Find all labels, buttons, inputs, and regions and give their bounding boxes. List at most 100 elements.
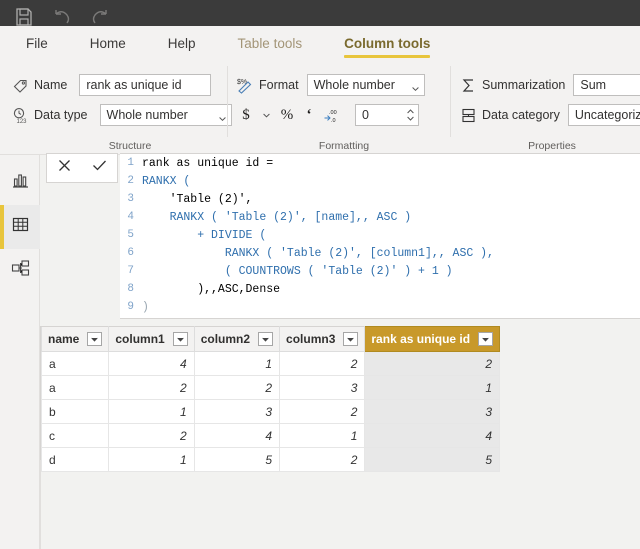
line-text: RANKX ( 'Table (2)', [column1],, ASC ),: [142, 246, 494, 260]
formula-line: 4 RANKX ( 'Table (2)', [name],, ASC ): [120, 208, 640, 226]
filter-dropdown-icon[interactable]: [172, 332, 188, 346]
filter-dropdown-icon[interactable]: [478, 332, 494, 346]
cell-column3: 2: [279, 351, 366, 376]
column-header-column2[interactable]: column2: [193, 326, 281, 352]
redo-icon[interactable]: [90, 6, 110, 26]
chevron-down-icon: [411, 82, 419, 91]
filter-dropdown-icon[interactable]: [258, 332, 274, 346]
tab-home[interactable]: Home: [90, 26, 126, 60]
save-icon[interactable]: [14, 6, 34, 26]
cell-column3: 1: [279, 423, 366, 448]
table-row[interactable]: d 1 5 2 5: [40, 447, 501, 472]
column-header-rank-as-unique-id[interactable]: rank as unique id: [364, 326, 501, 352]
cell-rank: 4: [364, 423, 501, 448]
line-number: 2: [127, 175, 134, 187]
title-bar: [0, 0, 640, 26]
ribbon-group-structure: Name rank as unique id 123 Data type Who…: [0, 60, 232, 155]
tab-home-label: Home: [89, 35, 126, 51]
tab-table-tools-label: Table tools: [237, 35, 303, 51]
line-number: 8: [127, 283, 134, 295]
filter-dropdown-icon[interactable]: [87, 332, 103, 346]
line-number: 7: [127, 265, 134, 277]
percent-button[interactable]: %: [279, 104, 295, 126]
undo-icon[interactable]: [52, 6, 72, 26]
sidebar-item-data[interactable]: [0, 205, 40, 249]
tab-column-tools[interactable]: Column tools: [344, 26, 431, 60]
svg-text:.0: .0: [331, 118, 336, 123]
name-input-value: rank as unique id: [86, 78, 182, 92]
datatype-select[interactable]: Whole number: [99, 104, 232, 126]
filter-dropdown-icon[interactable]: [343, 332, 359, 346]
cell-column2: 3: [193, 399, 281, 424]
column-header-name[interactable]: name: [40, 326, 110, 352]
cell-column1: 1: [108, 399, 195, 424]
datacategory-row: Data category Uncategorized: [460, 104, 640, 126]
decimals-stepper[interactable]: 0: [355, 104, 419, 126]
formula-bar-buttons: [46, 153, 118, 183]
cell-name: c: [40, 423, 110, 448]
checkmark-icon[interactable]: [91, 158, 108, 178]
decimals-value: 0: [362, 108, 369, 122]
name-label: Name: [34, 78, 68, 92]
column-header-column1[interactable]: column1: [108, 326, 195, 352]
table-row[interactable]: b 1 3 2 3: [40, 399, 501, 424]
line-text: 'Table (2)',: [142, 192, 253, 206]
line-number: 4: [127, 211, 134, 223]
cell-name: a: [40, 351, 110, 376]
column-header-label: name: [48, 332, 80, 346]
tab-column-tools-label: Column tools: [344, 35, 431, 51]
cell-column3: 2: [279, 399, 366, 424]
properties-group-label: Properties: [528, 140, 576, 152]
cell-rank: 2: [364, 351, 501, 376]
tab-file-label: File: [26, 35, 48, 51]
tab-file[interactable]: File: [26, 26, 48, 60]
tab-table-tools[interactable]: Table tools: [238, 26, 303, 60]
summarization-label: Summarization: [482, 78, 566, 92]
structure-group-label: Structure: [108, 140, 152, 152]
decrease-decimals-icon[interactable]: .00 .0: [323, 104, 341, 126]
column-header-column3[interactable]: column3: [279, 326, 366, 352]
sigma-icon: [460, 77, 477, 94]
summarization-value: Sum: [580, 78, 607, 92]
cell-column1: 2: [108, 423, 195, 448]
formula-line: 6 RANKX ( 'Table (2)', [column1],, ASC )…: [120, 244, 640, 262]
datacategory-select[interactable]: Uncategorized: [567, 104, 640, 126]
currency-button[interactable]: $: [239, 104, 253, 126]
table-row[interactable]: a 2 2 3 1: [40, 375, 501, 400]
name-input[interactable]: rank as unique id: [79, 74, 212, 96]
column-header-label: column2: [200, 332, 251, 346]
column-header-label: column1: [115, 332, 165, 346]
formula-line: 1 rank as unique id =: [120, 154, 640, 172]
cell-column3: 3: [279, 375, 366, 400]
line-number: 3: [127, 193, 134, 205]
table-header-row: name column1 column2 column3 rank as uni…: [40, 326, 501, 352]
sidebar-item-report[interactable]: [0, 161, 40, 205]
formula-line: 8 ),,ASC,Dense: [120, 280, 640, 298]
cell-column2: 5: [193, 447, 281, 472]
cell-name: d: [40, 447, 110, 472]
ribbon-tab-strip: File Home Help Table tools Column tools: [0, 26, 640, 60]
sidebar-item-model[interactable]: [0, 249, 40, 293]
tab-help[interactable]: Help: [168, 26, 196, 60]
dax-formula-editor[interactable]: 1 rank as unique id = 2 RANKX ( 3 'Table…: [120, 153, 640, 319]
cell-rank: 5: [364, 447, 501, 472]
table-grid-icon: [11, 215, 30, 239]
line-number: 6: [127, 247, 134, 259]
table-row[interactable]: a 4 1 2 2: [40, 351, 501, 376]
cell-column1: 1: [108, 447, 195, 472]
column-header-label: rank as unique id: [371, 332, 471, 346]
close-icon[interactable]: [57, 158, 72, 178]
datacategory-value: Uncategorized: [574, 108, 640, 122]
format-icon: $%: [237, 77, 254, 94]
name-row: Name rank as unique id: [12, 74, 212, 96]
stepper-arrows-icon[interactable]: [407, 109, 414, 121]
currency-dropdown-icon[interactable]: [261, 104, 271, 126]
summarization-select[interactable]: Sum: [573, 74, 640, 96]
svg-text:.00: .00: [329, 110, 337, 116]
table-row[interactable]: c 2 4 1 4: [40, 423, 501, 448]
format-select[interactable]: Whole number: [306, 74, 425, 96]
comma-button[interactable]: ‘: [303, 104, 315, 126]
cell-column2: 2: [193, 375, 281, 400]
view-switcher-sidebar: [0, 155, 40, 549]
data-category-icon: [460, 107, 477, 124]
